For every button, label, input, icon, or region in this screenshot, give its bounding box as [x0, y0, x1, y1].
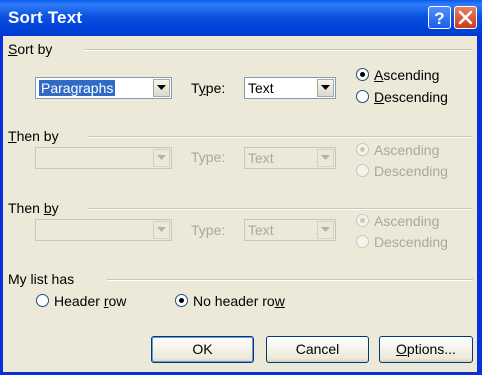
then-by-2-type-value: Text — [248, 222, 274, 238]
close-icon — [458, 10, 473, 25]
my-list-has-divider — [107, 279, 473, 281]
then-by-1-label: Then by — [8, 128, 63, 144]
then-by-1-type-label: Type: — [191, 149, 226, 165]
radio-selected-icon — [356, 143, 369, 156]
chevron-down-icon — [157, 85, 166, 90]
my-list-has-label: My list has — [8, 271, 79, 287]
sort-by-type-label: Type: — [191, 80, 226, 96]
sort-by-type-dropdown[interactable] — [317, 79, 334, 97]
close-button[interactable] — [454, 6, 477, 29]
sort-by-field-select[interactable]: Paragraphs — [35, 77, 172, 99]
help-icon: ? — [434, 9, 444, 28]
then-by-2-type-select: Text — [244, 219, 336, 241]
then-by-1-type-dropdown — [317, 149, 334, 167]
radio-empty-icon — [36, 294, 49, 307]
radio-selected-icon — [356, 214, 369, 227]
sort-text-dialog: Sort Text ? Sort by Paragraphs Type: Tex… — [0, 0, 482, 375]
cancel-button[interactable]: Cancel — [266, 336, 369, 363]
radio-empty-icon — [356, 90, 369, 103]
then-by-1-field-select — [35, 147, 172, 169]
window-title: Sort Text — [8, 8, 83, 27]
sort-by-type-select[interactable]: Text — [244, 77, 336, 99]
sort-by-field-dropdown[interactable] — [153, 79, 170, 97]
then-by-2-divider — [87, 208, 473, 210]
then-by-1-type-select: Text — [244, 147, 336, 169]
ok-button[interactable]: OK — [151, 336, 254, 363]
radio-empty-icon — [356, 235, 369, 248]
then-by-1-divider — [87, 136, 473, 138]
chevron-down-icon — [157, 227, 166, 232]
title-bar[interactable]: Sort Text ? — [0, 0, 482, 36]
radio-selected-icon — [356, 68, 369, 81]
options-button[interactable]: Options... — [379, 336, 473, 363]
help-button[interactable]: ? — [428, 6, 451, 29]
chevron-down-icon — [321, 155, 330, 160]
then-by-2-field-select — [35, 219, 172, 241]
dialog-body: Sort by Paragraphs Type: Text Ascending … — [3, 36, 477, 372]
svg-text:?: ? — [434, 9, 444, 28]
chevron-down-icon — [321, 85, 330, 90]
then-by-2-type-dropdown — [317, 221, 334, 239]
radio-empty-icon — [356, 164, 369, 177]
sort-by-divider — [83, 49, 473, 51]
then-by-1-type-value: Text — [248, 150, 274, 166]
then-by-2-field-dropdown — [153, 221, 170, 239]
chevron-down-icon — [157, 155, 166, 160]
then-by-2-label: Then by — [8, 200, 63, 216]
sort-by-type-value: Text — [248, 80, 274, 96]
sort-by-label: Sort by — [8, 41, 57, 57]
then-by-2-type-label: Type: — [191, 222, 226, 238]
radio-selected-icon — [175, 294, 188, 307]
chevron-down-icon — [321, 227, 330, 232]
then-by-1-field-dropdown — [153, 149, 170, 167]
sort-by-field-value: Paragraphs — [39, 80, 116, 96]
